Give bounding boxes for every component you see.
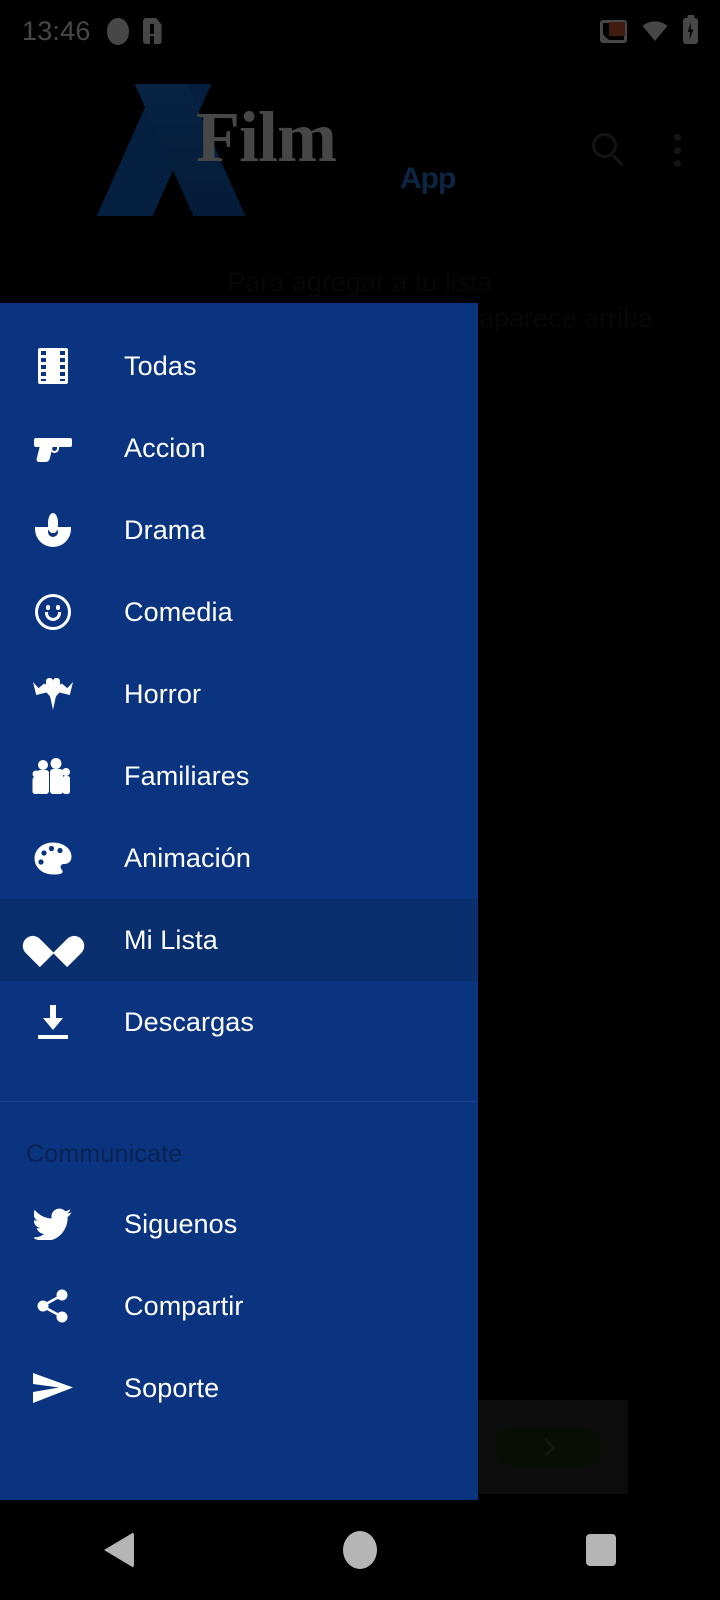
drawer-item-label: Descargas (124, 1006, 254, 1037)
drawer-item-label: Mi Lista (124, 924, 218, 955)
drawer-item-label: Soporte (124, 1372, 220, 1403)
drawer-item-label: Todas (124, 350, 197, 381)
drawer-item-siguenos[interactable]: Siguenos (0, 1183, 478, 1265)
android-navigation-bar (0, 1500, 720, 1600)
drawer-item-label: Comedia (124, 596, 233, 627)
drawer-item-animacion[interactable]: Animación (0, 817, 478, 899)
drawer-item-mi-lista[interactable]: Mi Lista (0, 899, 478, 981)
drawer-item-label: Siguenos (124, 1208, 238, 1239)
bat-icon (26, 678, 80, 710)
drawer-item-todas[interactable]: Todas (0, 325, 478, 407)
back-button[interactable] (104, 1532, 135, 1568)
drawer-item-label: Drama (124, 514, 206, 545)
phone-screen: 13:46 Film App (0, 0, 720, 1600)
drawer-item-soporte[interactable]: Soporte (0, 1347, 478, 1429)
drawer-item-drama[interactable]: Drama (0, 489, 478, 571)
family-icon (26, 758, 80, 794)
twitter-bird-icon (26, 1208, 80, 1240)
film-strip-icon (26, 348, 80, 384)
pistol-icon (26, 434, 80, 462)
navigation-drawer: Todas Accion Drama Comedia Horror Famili… (0, 303, 478, 1500)
drawer-item-label: Accion (124, 432, 206, 463)
drawer-item-accion[interactable]: Accion (0, 407, 478, 489)
send-icon (26, 1373, 80, 1403)
drawer-item-descargas[interactable]: Descargas (0, 981, 478, 1063)
drawer-item-horror[interactable]: Horror (0, 653, 478, 735)
drawer-section-header: Communicate (26, 1140, 183, 1168)
drawer-item-familiares[interactable]: Familiares (0, 735, 478, 817)
home-button[interactable] (342, 1531, 377, 1569)
palette-icon (26, 842, 80, 875)
drawer-item-comedia[interactable]: Comedia (0, 571, 478, 653)
heart-icon (26, 923, 80, 957)
download-icon (26, 1005, 80, 1039)
drawer-item-label: Familiares (124, 760, 250, 791)
drawer-item-label: Animación (124, 842, 251, 873)
recents-button[interactable] (585, 1534, 616, 1566)
drawer-item-label: Compartir (124, 1290, 244, 1321)
lotus-icon (26, 513, 80, 547)
drawer-item-label: Horror (124, 678, 202, 709)
drawer-item-compartir[interactable]: Compartir (0, 1265, 478, 1347)
drawer-top-spacer (0, 303, 478, 325)
share-icon (26, 1289, 80, 1323)
smiley-face-icon (26, 594, 80, 630)
